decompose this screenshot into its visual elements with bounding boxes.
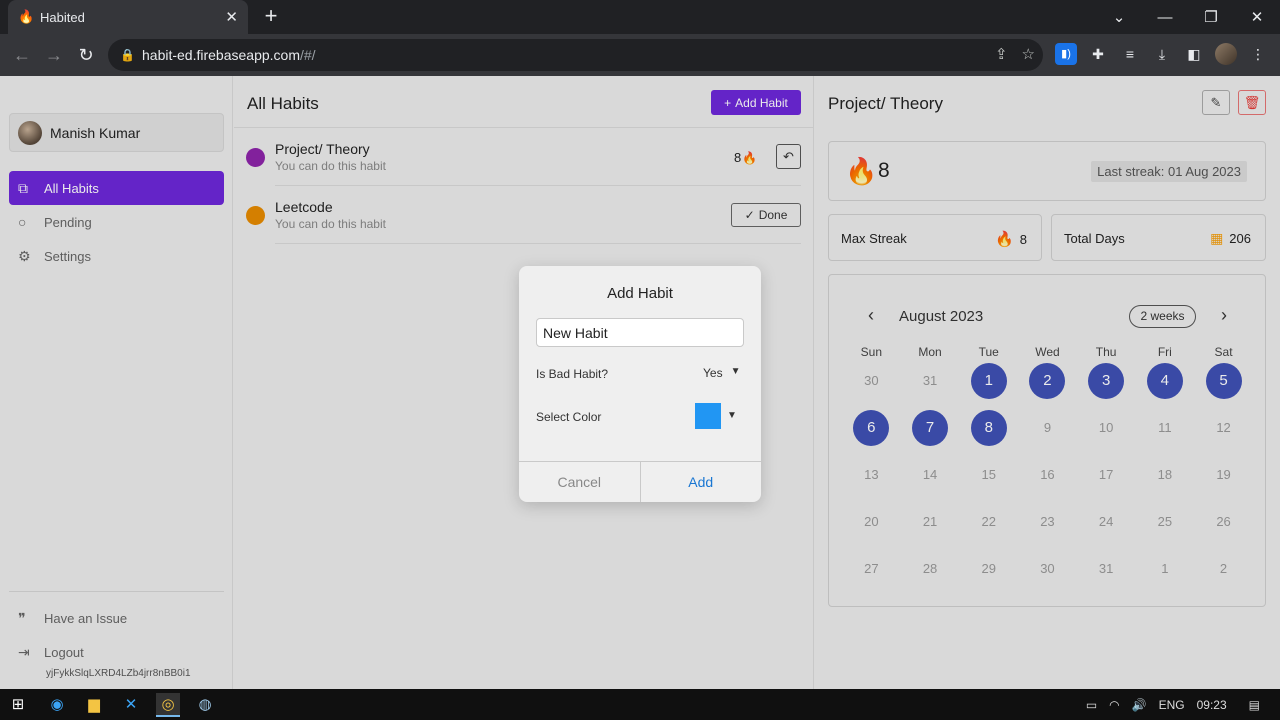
add-button[interactable]: Add bbox=[641, 462, 762, 502]
new-tab-button[interactable]: + bbox=[260, 4, 282, 30]
browser-toolbar: ← → ↻ 🔒 habit-ed.firebaseapp.com/#/ ⇪ ☆ … bbox=[0, 34, 1280, 76]
address-bar[interactable]: 🔒 habit-ed.firebaseapp.com/#/ ⇪ ☆ bbox=[108, 39, 1043, 71]
windows-start-icon[interactable]: ⊞ bbox=[6, 693, 30, 717]
chrome-icon[interactable]: ◎ bbox=[156, 693, 180, 717]
folder-icon[interactable]: ▆ bbox=[82, 693, 106, 717]
bad-habit-value: Yes bbox=[703, 366, 723, 380]
download-icon[interactable]: ⤓ bbox=[1151, 43, 1173, 65]
restore-icon[interactable]: ❐ bbox=[1188, 8, 1234, 26]
clock[interactable]: 09:23 bbox=[1197, 698, 1227, 712]
vscode-icon[interactable]: ✕ bbox=[119, 693, 143, 717]
tab-search-icon[interactable]: ⌄ bbox=[1096, 8, 1142, 26]
wifi-icon[interactable]: ◠ bbox=[1109, 698, 1119, 712]
window-controls: ⌄ — ❐ ✕ bbox=[1096, 0, 1280, 34]
media-queue-icon[interactable]: ≡ bbox=[1119, 43, 1141, 65]
select-color-label: Select Color bbox=[536, 410, 602, 424]
close-window-icon[interactable]: ✕ bbox=[1234, 8, 1280, 26]
caret-down-icon: ▼ bbox=[730, 366, 741, 377]
habit-name-input[interactable] bbox=[536, 318, 744, 347]
reload-icon[interactable]: ↻ bbox=[74, 43, 98, 67]
menu-dots-icon[interactable]: ⋮ bbox=[1247, 43, 1269, 65]
browser-tab[interactable]: 🔥 Habited ✕ bbox=[8, 0, 248, 34]
color-swatch[interactable] bbox=[695, 403, 721, 429]
dialog-title: Add Habit bbox=[607, 285, 673, 302]
back-arrow-icon[interactable]: ← bbox=[10, 43, 34, 67]
bookmark-star-icon[interactable]: ☆ bbox=[1022, 45, 1035, 63]
dialog-actions: Cancel Add bbox=[519, 461, 761, 502]
extensions-area: ▮) ✚ ≡ ⤓ ◧ ⋮ bbox=[1055, 43, 1269, 65]
url-text: habit-ed.firebaseapp.com/#/ bbox=[142, 47, 316, 63]
steam-icon[interactable]: ◍ bbox=[193, 693, 217, 717]
bad-habit-label: Is Bad Habit? bbox=[536, 367, 609, 381]
minimize-icon[interactable]: — bbox=[1142, 9, 1188, 26]
flame-favicon-icon: 🔥 bbox=[18, 9, 35, 24]
extension-icon[interactable]: ▮) bbox=[1055, 43, 1077, 65]
system-tray: ▭ ◠ 🔊 ENG 09:23 ▤ bbox=[1086, 689, 1280, 720]
close-tab-icon[interactable]: ✕ bbox=[225, 8, 238, 26]
caret-down-icon[interactable]: ▼ bbox=[727, 410, 737, 421]
forward-arrow-icon[interactable]: → bbox=[42, 43, 66, 67]
browser-tab-strip: 🔥 Habited ✕ + ⌄ — ❐ ✕ bbox=[0, 0, 1280, 34]
puzzle-icon[interactable]: ✚ bbox=[1087, 43, 1109, 65]
notification-icon[interactable]: ▤ bbox=[1249, 698, 1260, 712]
tab-title: Habited bbox=[40, 9, 85, 25]
add-habit-dialog: Add Habit Is Bad Habit? Yes ▼ Select Col… bbox=[519, 266, 761, 502]
profile-avatar-icon[interactable] bbox=[1215, 43, 1237, 65]
volume-icon[interactable]: 🔊 bbox=[1132, 698, 1147, 712]
side-panel-icon[interactable]: ◧ bbox=[1183, 43, 1205, 65]
windows-taskbar: ⊞ ◉ ▆ ✕ ◎ ◍ ▭ ◠ 🔊 ENG 09:23 ▤ bbox=[0, 689, 1280, 720]
lock-icon: 🔒 bbox=[120, 48, 135, 62]
share-icon[interactable]: ⇪ bbox=[995, 45, 1008, 63]
battery-icon[interactable]: ▭ bbox=[1086, 698, 1097, 712]
docker-icon[interactable]: ◉ bbox=[45, 693, 69, 717]
cancel-button[interactable]: Cancel bbox=[519, 462, 641, 502]
language-indicator[interactable]: ENG bbox=[1159, 698, 1185, 712]
bad-habit-select[interactable]: Yes ▼ bbox=[703, 366, 740, 380]
